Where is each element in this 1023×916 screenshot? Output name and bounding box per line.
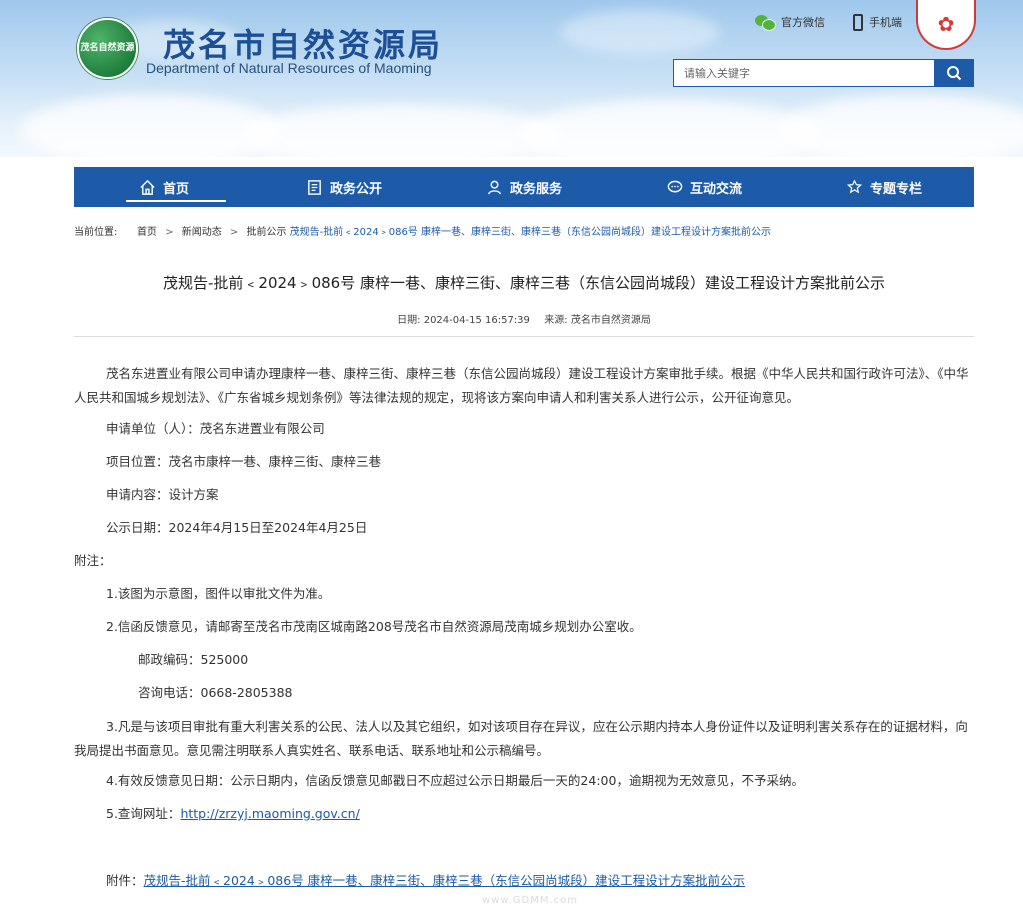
search-icon bbox=[947, 66, 962, 81]
maoming-emblem-icon: ✿ bbox=[916, 0, 976, 50]
nav-item-label: 政务服务 bbox=[509, 181, 562, 197]
mobile-link-label: 手机端 bbox=[869, 16, 902, 29]
nav-item-label: 政务公开 bbox=[329, 181, 382, 197]
home-icon bbox=[139, 178, 157, 196]
nav-item-gov-affairs[interactable]: 政务公开 bbox=[254, 167, 434, 207]
note-1: 1.该图为示意图，图件以审批文件为准。 bbox=[106, 586, 331, 601]
wechat-link-label: 官方微信 bbox=[781, 16, 825, 29]
breadcrumb-prefix: 当前位置: bbox=[74, 227, 118, 238]
mobile-link[interactable]: 手机端 bbox=[853, 12, 902, 32]
nav-item-special-topics[interactable]: 专题专栏 bbox=[794, 167, 974, 207]
service-person-icon bbox=[486, 178, 504, 196]
watermark: www.GDMM.com bbox=[481, 894, 579, 906]
applicant-line: 申请单位（人）：茂名东进置业有限公司 bbox=[106, 421, 325, 436]
article-date: 2024-04-15 16:57:39 bbox=[423, 315, 530, 326]
phone-icon bbox=[853, 13, 863, 31]
note-5-label: 5.查询网址： bbox=[106, 806, 181, 821]
nav-item-label: 专题专栏 bbox=[869, 181, 922, 197]
site-header: 茂名自然资源 茂名市自然资源局 Department of Natural Re… bbox=[0, 0, 1023, 157]
notes-title: 附注： bbox=[74, 553, 112, 568]
search-button[interactable] bbox=[934, 59, 974, 87]
breadcrumb-item-news[interactable]: 新闻动态 bbox=[182, 227, 222, 238]
breadcrumb-item-home[interactable]: 首页 bbox=[137, 227, 157, 238]
site-subtitle: Department of Natural Resources of Maomi… bbox=[146, 60, 432, 76]
source-label: 来源: bbox=[544, 315, 568, 326]
breadcrumb: 当前位置: 首页 > 新闻动态 > 批前公示 茂规告-批前﹤2024﹥086号 … bbox=[74, 227, 771, 238]
nav-item-label: 互动交流 bbox=[689, 181, 742, 197]
main-nav: 首页 政务公开 政务服务 互动交流 专题专栏 bbox=[74, 167, 974, 207]
date-label: 日期: bbox=[397, 315, 421, 326]
badge-icon bbox=[846, 178, 864, 196]
search-box bbox=[673, 59, 935, 87]
divider bbox=[74, 336, 974, 337]
wechat-icon bbox=[755, 14, 776, 31]
nav-item-home[interactable]: 首页 bbox=[74, 167, 254, 207]
note-3: 3.凡是与该项目审批有重大利害关系的公民、法人以及其它组织，如对该项目存在异议，… bbox=[74, 719, 968, 758]
chat-icon bbox=[666, 178, 684, 196]
note-2: 2.信函反馈意见，请邮寄至茂名市茂南区城南路208号茂名市自然资源局茂南城乡规划… bbox=[106, 619, 642, 634]
nav-item-gov-services[interactable]: 政务服务 bbox=[434, 167, 614, 207]
postcode-line: 邮政编码：525000 bbox=[138, 652, 249, 667]
logo-text: 茂名自然资源 bbox=[80, 43, 135, 53]
attachment-line: 附件：茂规告-批前﹤2024﹥086号 康梓一巷、康梓三街、康梓三巷（东信公园尚… bbox=[74, 870, 745, 889]
breadcrumb-current[interactable]: 茂规告-批前﹤2024﹥086号 康梓一巷、康梓三街、康梓三巷（东信公园尚城段）… bbox=[290, 227, 771, 238]
note-5: 5.查询网址：http://zrzyj.maoming.gov.cn/ bbox=[74, 802, 974, 826]
content-line: 申请内容：设计方案 bbox=[106, 487, 219, 502]
location-line: 项目位置：茂名市康梓一巷、康梓三街、康梓三巷 bbox=[106, 454, 382, 469]
search-input[interactable] bbox=[674, 60, 934, 86]
article-title: 茂规告-批前﹤2024﹥086号 康梓一巷、康梓三街、康梓三巷（东信公园尚城段）… bbox=[163, 274, 885, 292]
phone-line: 咨询电话：0668-2805388 bbox=[138, 685, 293, 700]
document-icon bbox=[306, 178, 324, 196]
nav-item-label: 首页 bbox=[162, 181, 189, 197]
article-meta: 日期: 2024-04-15 16:57:39 来源: 茂名市自然资源局 bbox=[74, 311, 974, 326]
nav-item-interaction[interactable]: 互动交流 bbox=[614, 167, 794, 207]
breadcrumb-item-prepublic[interactable]: 批前公示 bbox=[246, 227, 286, 238]
article-source: 茂名市自然资源局 bbox=[570, 315, 651, 326]
attachment-label: 附件： bbox=[106, 873, 144, 888]
period-line: 公示日期：2024年4月15日至2024年4月25日 bbox=[106, 520, 368, 535]
site-logo[interactable]: 茂名自然资源 bbox=[77, 18, 138, 79]
wechat-link[interactable]: 官方微信 bbox=[755, 12, 825, 32]
note-4: 4.有效反馈意见日期：公示日期内，信函反馈意见邮戳日不应超过公示日期最后一天的2… bbox=[106, 773, 804, 788]
article-intro: 茂名东进置业有限公司申请办理康梓一巷、康梓三街、康梓三巷（东信公园尚城段）建设工… bbox=[74, 366, 969, 405]
query-url-link[interactable]: http://zrzyj.maoming.gov.cn/ bbox=[180, 806, 359, 821]
